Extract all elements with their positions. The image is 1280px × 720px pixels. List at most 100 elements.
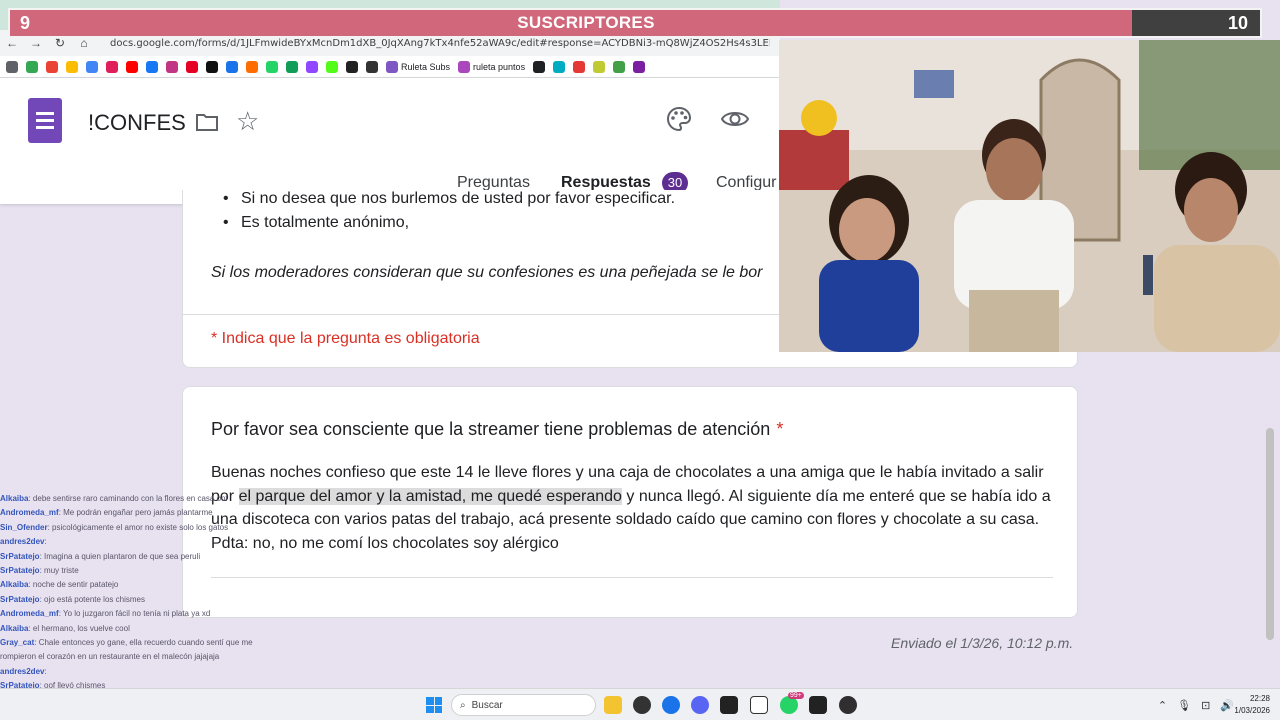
- network-icon[interactable]: ⊡: [1201, 699, 1210, 712]
- submitted-timestamp: Enviado el 1/3/26, 10:12 p.m.: [891, 635, 1074, 651]
- youtube-icon[interactable]: [126, 60, 138, 73]
- notification-badge: 99+: [788, 692, 804, 699]
- description-italic-note: Si los moderadores consideran que su con…: [211, 264, 763, 281]
- chat-username: Gray_cat: [0, 638, 35, 648]
- chat-text: : psicológicamente el amor no existe sol…: [47, 522, 229, 532]
- extension-icon-7[interactable]: [593, 60, 606, 73]
- chat-message: Alkaiba: noche de sentir patatejo: [0, 578, 270, 592]
- microphone-icon[interactable]: 🎙: [1177, 699, 1191, 712]
- chat-text: : ojo está potente los chismes: [39, 594, 145, 604]
- bookmark-ruleta-subs[interactable]: Ruleta Subs: [386, 60, 450, 73]
- extension-icon-8[interactable]: [613, 60, 626, 73]
- description-item: Es totalmente anónimo,: [223, 214, 675, 232]
- kick-icon[interactable]: [326, 60, 338, 73]
- star-icon[interactable]: ☆: [236, 108, 259, 134]
- chat-message: Alkaiba: debe sentirse raro caminando co…: [0, 492, 270, 506]
- extension-icon-3[interactable]: [366, 60, 378, 73]
- answer-underline: [211, 577, 1053, 578]
- capcut-icon-2[interactable]: [809, 696, 827, 714]
- sub-goal-current: 9: [19, 12, 30, 33]
- answer-text[interactable]: Buenas noches confieso que este 14 le ll…: [211, 461, 1053, 555]
- page-scrollbar[interactable]: [1266, 428, 1274, 640]
- back-icon[interactable]: ←: [0, 36, 24, 50]
- discord-icon[interactable]: [691, 696, 709, 714]
- maps-icon[interactable]: [286, 60, 298, 73]
- folder-icon[interactable]: [195, 112, 219, 132]
- chat-message: Andromeda_mf: Me podrán engañar pero jam…: [0, 506, 270, 520]
- notion-icon[interactable]: [750, 696, 768, 714]
- bookmark-ruleta-puntos[interactable]: ruleta puntos: [458, 60, 525, 73]
- start-windows-icon[interactable]: [426, 697, 442, 713]
- chat-username: Alkaiba: [0, 494, 29, 503]
- file-explorer-icon[interactable]: [604, 696, 622, 714]
- form-title[interactable]: !CONFES: [88, 110, 186, 136]
- twitch-icon[interactable]: [306, 60, 318, 73]
- description-item: Si no desea que nos burlemos de usted po…: [223, 190, 675, 208]
- forward-icon[interactable]: →: [24, 36, 48, 50]
- question-title: Por favor sea consciente que la streamer…: [211, 419, 783, 440]
- photos-icon[interactable]: [66, 60, 78, 73]
- search-placeholder: Buscar: [471, 699, 503, 711]
- chat-message: Sin_Ofender: psicológicamente el amor no…: [0, 521, 270, 535]
- facebook-icon[interactable]: [146, 60, 158, 73]
- slack-icon[interactable]: [106, 60, 118, 73]
- taskbar-search[interactable]: ⌕ Buscar: [451, 694, 596, 716]
- chat-text: rompieron el corazón en un restaurante e…: [0, 652, 220, 662]
- chat-text: : el hermano, los vuelve cool: [28, 623, 130, 633]
- chat-text: : noche de sentir patatejo: [28, 580, 119, 590]
- chat-text: :: [44, 666, 47, 676]
- volume-icon[interactable]: 🔊: [1220, 699, 1234, 712]
- calendar-icon[interactable]: [86, 60, 98, 73]
- wheel-icon: [386, 60, 398, 73]
- tiktok-icon[interactable]: [206, 60, 218, 73]
- gmail-icon[interactable]: [46, 60, 58, 73]
- chrome-icon[interactable]: [226, 60, 238, 73]
- whatsapp-icon[interactable]: [266, 60, 278, 73]
- extension-icon[interactable]: [246, 60, 258, 73]
- chat-username: Andromeda_mf: [0, 508, 59, 518]
- chat-message: Andromeda_mf: Yo lo juzgaron fácil no te…: [0, 607, 270, 621]
- forms-header: !CONFES ☆ Preguntas Respuestas 30 Config…: [0, 78, 780, 204]
- extension-icon-9[interactable]: [633, 60, 646, 73]
- taskbar-clock[interactable]: 22:28 1/03/2026: [1234, 693, 1270, 717]
- palette-icon[interactable]: [666, 106, 692, 132]
- chat-message: Alkaiba: el hermano, los vuelve cool: [0, 622, 270, 636]
- sub-goal-title: SUSCRIPTORES: [517, 13, 655, 32]
- apps-grid-icon[interactable]: [6, 60, 18, 73]
- chat-text: : Chale entonces yo gane, ella recuerdo …: [34, 638, 253, 648]
- extension-icon-6[interactable]: [573, 60, 586, 73]
- chat-text: : debe sentirse raro caminando con la fl…: [28, 494, 228, 503]
- chatgpt-icon[interactable]: [633, 696, 651, 714]
- chat-text: : Me podrán engañar pero jamás plantarme: [58, 508, 213, 518]
- bookmarks-bar: Ruleta Subs ruleta puntos: [0, 56, 780, 78]
- chat-message: SrPatatejo: ojo está potente los chismes: [0, 593, 270, 607]
- chat-message: andres2dev:: [0, 665, 270, 679]
- wheel-icon: [458, 60, 471, 73]
- chat-message: andres2dev:: [0, 535, 270, 549]
- extension-icon-4[interactable]: [533, 60, 546, 73]
- chat-username: Alkaiba: [0, 580, 29, 590]
- chat-text: :: [44, 537, 47, 547]
- clock-date: 1/03/2026: [1234, 706, 1270, 715]
- reload-icon[interactable]: ↻: [48, 36, 72, 50]
- description-list: Si no desea que nos burlemos de usted po…: [223, 190, 675, 238]
- tray-chevron-icon[interactable]: ⌃: [1158, 699, 1167, 712]
- subscriber-goal-bar: 9 SUSCRIPTORES 10: [8, 8, 1262, 38]
- extension-icon-2[interactable]: [346, 60, 358, 73]
- instagram-icon[interactable]: [166, 60, 178, 73]
- chat-username: Sin_Ofender: [0, 522, 48, 532]
- question-card: Por favor sea consciente que la streamer…: [182, 386, 1078, 618]
- search-icon: ⌕: [460, 699, 466, 711]
- url-text[interactable]: docs.google.com/forms/d/1JLFmwideBYxMcnD…: [110, 38, 770, 49]
- pinterest-icon[interactable]: [186, 60, 198, 73]
- chat-message: SrPatatejo: muy triste: [0, 564, 270, 578]
- forms-logo-icon[interactable]: [28, 98, 62, 143]
- home-icon[interactable]: ⌂: [72, 36, 96, 50]
- chat-username: SrPatatejo: [0, 594, 40, 604]
- preview-eye-icon[interactable]: [721, 108, 749, 130]
- extension-icon-5[interactable]: [553, 60, 566, 73]
- drive-icon[interactable]: [26, 60, 38, 73]
- chrome-taskbar-icon[interactable]: [662, 696, 680, 714]
- obs-icon[interactable]: [839, 696, 857, 714]
- capcut-icon[interactable]: [720, 696, 738, 714]
